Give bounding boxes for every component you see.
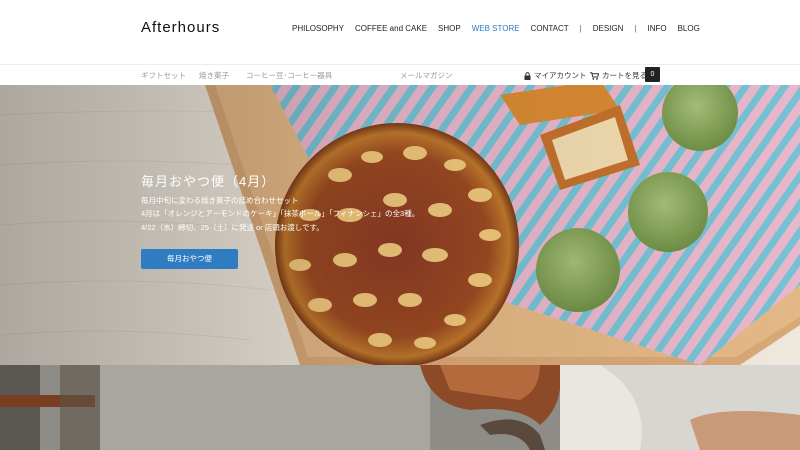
hero-description-line: 4月は「オレンジとアーモンドのケーキ」「抹茶ボール」「フィナンシェ」の全3種。 [141, 209, 420, 218]
nav-philosophy[interactable]: PHILOSOPHY [292, 24, 344, 33]
coffee-photo [0, 365, 800, 450]
hero-title: 毎月おやつ便（4月） [141, 174, 276, 189]
subnav-coffee-beans[interactable]: コーヒー豆･コーヒー器具 [246, 70, 332, 81]
my-account-label: マイアカウント [534, 71, 587, 80]
subnav-baked-goods[interactable]: 焼き菓子 [199, 70, 229, 81]
view-cart-link[interactable]: カートを見る [590, 70, 647, 81]
nav-web-store[interactable]: WEB STORE [472, 24, 520, 33]
hero-banner: 毎月おやつ便（4月） 毎月中旬に変わる焼き菓子の詰め合わせセット 4月は「オレン… [0, 85, 800, 365]
store-subnav: ギフトセット 焼き菓子 コーヒー豆･コーヒー器具 メールマガジン マイアカウント… [0, 64, 800, 85]
nav-contact[interactable]: CONTACT [531, 24, 569, 33]
hero-description-line: 4/22（水）締切、25（土）に発送 or 店頭お渡しです。 [141, 223, 324, 232]
my-account-link[interactable]: マイアカウント [524, 70, 587, 81]
subnav-gift-set[interactable]: ギフトセット [141, 70, 186, 81]
nav-separator: | [579, 24, 582, 33]
coffee-banner [0, 365, 800, 450]
view-cart-label: カートを見る [602, 71, 647, 80]
cart-icon [590, 71, 599, 80]
nav-info[interactable]: INFO [647, 24, 666, 33]
nav-shop[interactable]: SHOP [438, 24, 461, 33]
nav-coffee-and-cake[interactable]: COFFEE and CAKE [355, 24, 427, 33]
nav-separator: | [634, 24, 637, 33]
lock-icon [524, 71, 531, 80]
site-header: Afterhours PHILOSOPHY COFFEE and CAKE SH… [0, 0, 800, 64]
monthly-snack-button[interactable]: 毎月おやつ便 [141, 249, 238, 269]
subnav-newsletter[interactable]: メールマガジン [400, 70, 453, 81]
hero-description-line: 毎月中旬に変わる焼き菓子の詰め合わせセット [141, 196, 299, 205]
global-nav: PHILOSOPHY COFFEE and CAKE SHOP WEB STOR… [292, 24, 711, 33]
nav-blog[interactable]: BLOG [678, 24, 700, 33]
hero-photo [0, 85, 800, 365]
cart-count-badge[interactable]: 0 [645, 67, 660, 82]
nav-design[interactable]: DESIGN [593, 24, 624, 33]
site-logo[interactable]: Afterhours [141, 19, 220, 36]
